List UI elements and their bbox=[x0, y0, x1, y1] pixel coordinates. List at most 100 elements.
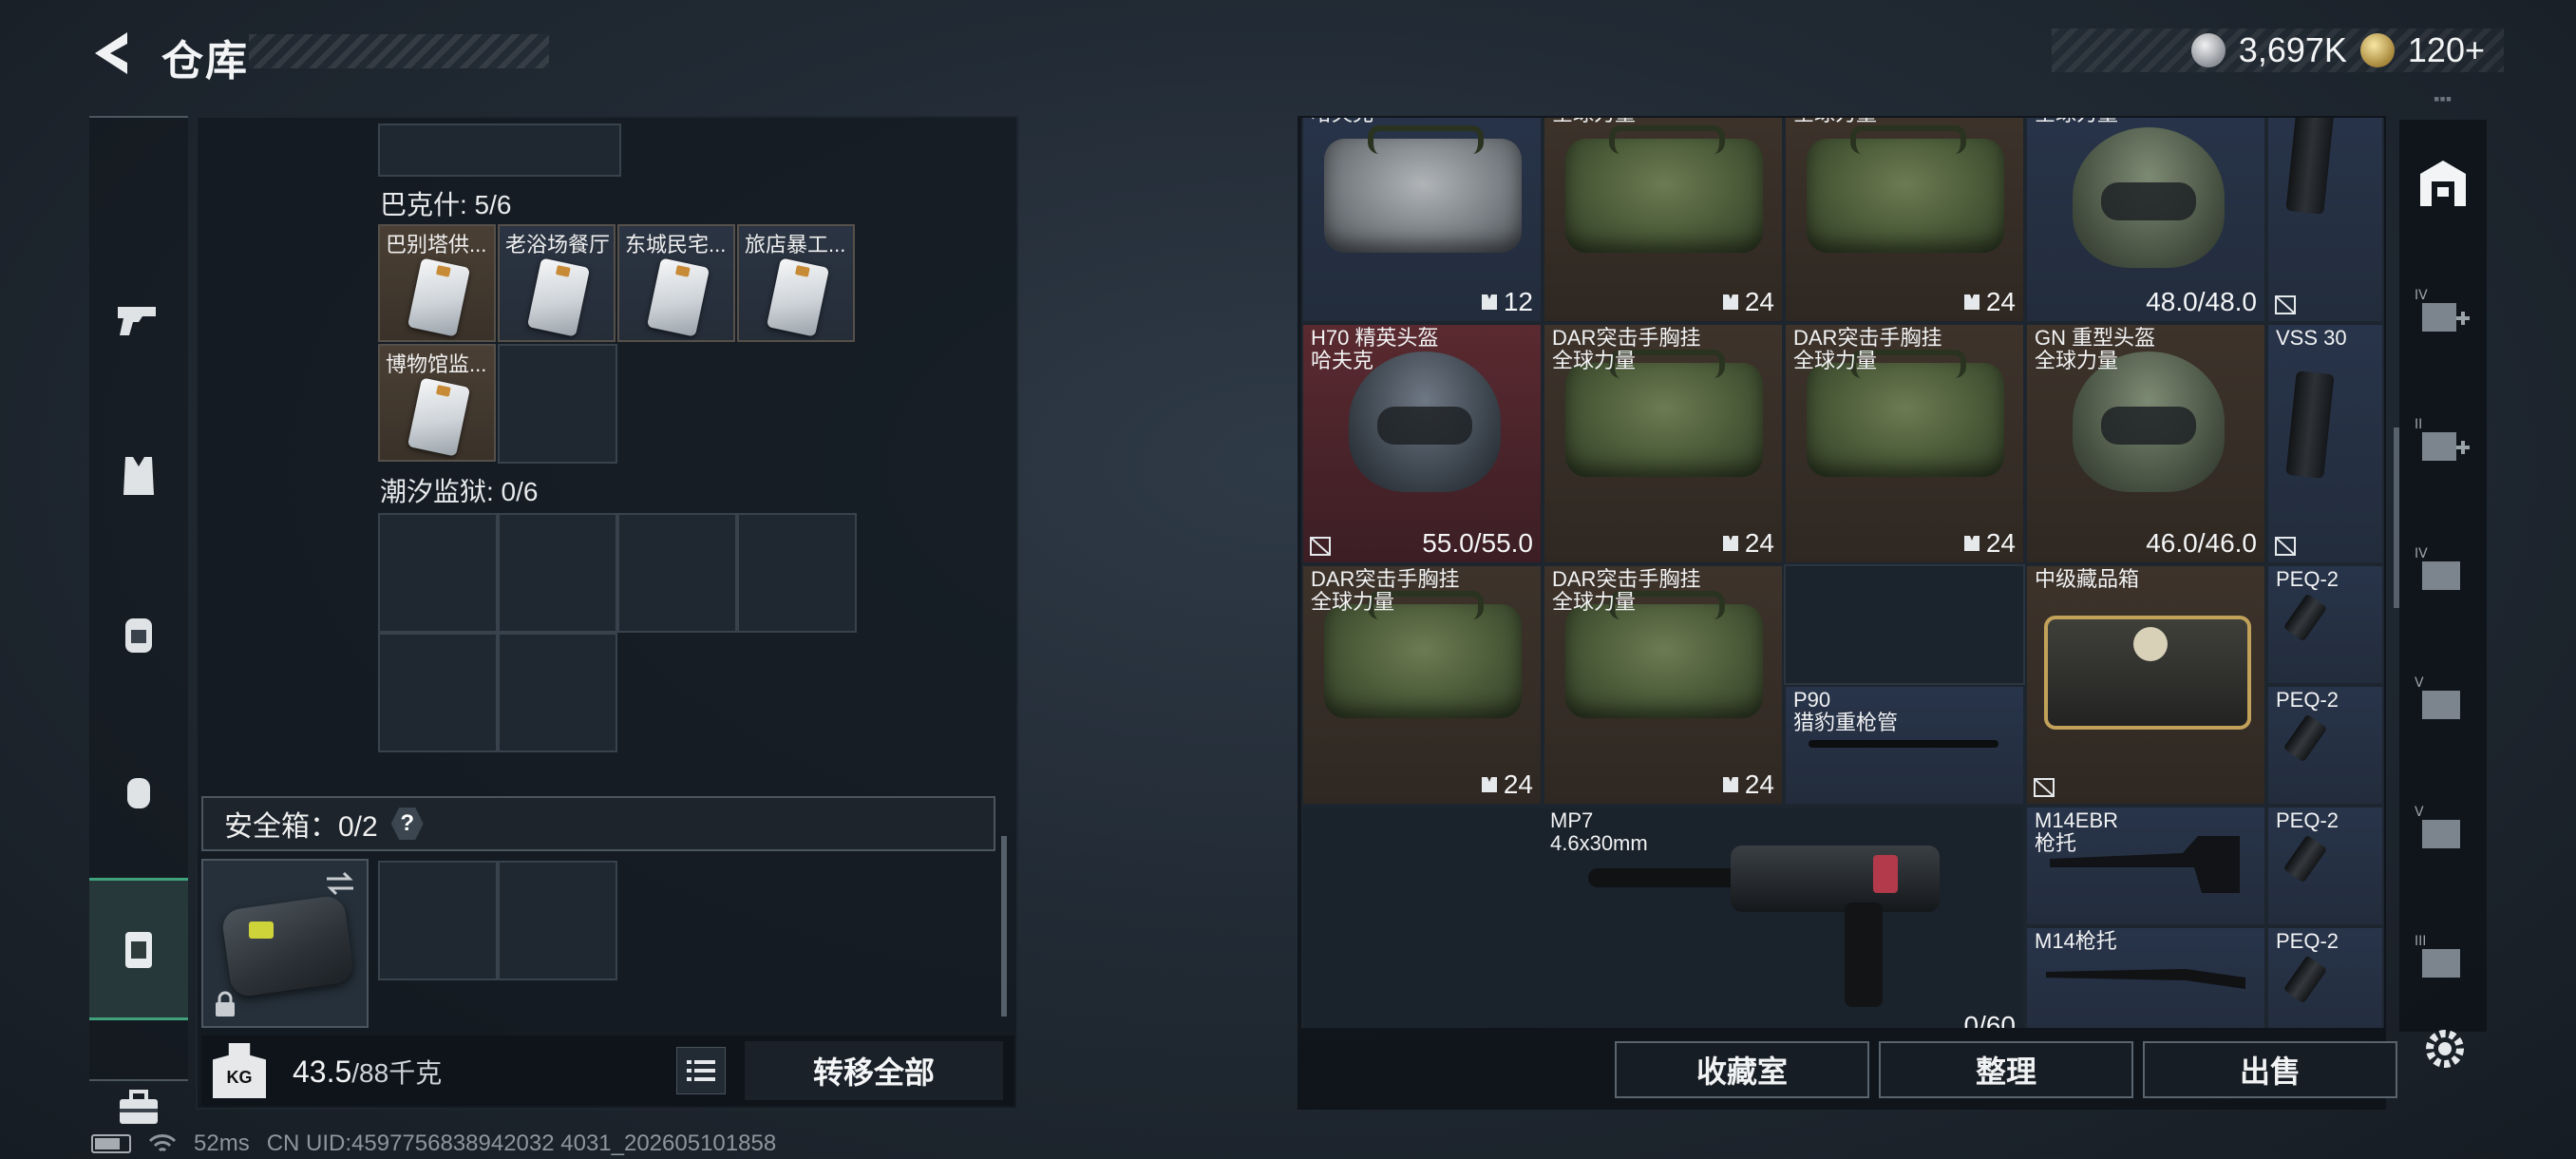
helmet-icon bbox=[1349, 352, 1501, 492]
durability-icon bbox=[1481, 777, 1497, 792]
currency-bar: 3,697K 120+ bbox=[2052, 28, 2504, 72]
inventory-item-count-value: 24 bbox=[1985, 287, 2016, 316]
transfer-all-button[interactable]: 转移全部 bbox=[745, 1041, 1003, 1100]
smg-icon bbox=[1588, 826, 1968, 1016]
category-vests[interactable] bbox=[89, 405, 188, 547]
case-item-label: 巴别塔供... bbox=[386, 233, 487, 256]
stash-iv-folder-icon: IV bbox=[2415, 546, 2460, 590]
grid-cell bbox=[378, 513, 498, 633]
inventory-item-name: 中级藏品箱 bbox=[2035, 567, 2140, 591]
rail-level-iii[interactable]: III bbox=[2399, 895, 2487, 1022]
svg-text:II: II bbox=[2415, 417, 2422, 432]
back-button[interactable] bbox=[84, 23, 141, 84]
category-backpacks[interactable] bbox=[89, 562, 188, 705]
inventory-item[interactable]: DAR突击手胸挂 全球力量 24 bbox=[1301, 564, 1543, 806]
category-weapons[interactable] bbox=[89, 247, 188, 390]
inventory-item-name: 哈夫克 bbox=[1311, 118, 1373, 125]
ping-readout: 52ms bbox=[194, 1130, 250, 1156]
category-cases[interactable] bbox=[89, 878, 188, 1020]
inventory-item[interactable]: M14枪托 bbox=[2025, 926, 2266, 1028]
inventory-item-name: H70 精英头盔 哈夫克 bbox=[1311, 326, 1439, 372]
category-pouch[interactable] bbox=[89, 720, 188, 863]
laser-module-icon bbox=[2282, 593, 2328, 642]
inventory-item[interactable]: 哈夫克 12 bbox=[1301, 118, 1543, 323]
help-button[interactable]: ? bbox=[390, 808, 424, 840]
keycard-icon bbox=[407, 257, 471, 337]
inventory-item[interactable]: DAR突击手胸挂 全球力量 24 bbox=[1784, 323, 2025, 564]
gold-coin-icon bbox=[2359, 33, 2395, 67]
grid-cell bbox=[498, 633, 617, 752]
inventory-item[interactable]: P90 猎豹重枪管 bbox=[1784, 685, 2025, 806]
case-item[interactable]: 东城民宅... bbox=[617, 224, 735, 342]
inventory-item-count-value: 24 bbox=[1744, 770, 1774, 799]
barrel-icon bbox=[1809, 740, 1998, 748]
gold-currency-amount[interactable]: 120+ bbox=[2408, 30, 2485, 70]
case-item[interactable]: 博物馆监... bbox=[378, 344, 496, 462]
case-item[interactable]: 老浴场餐厅 bbox=[498, 224, 616, 342]
inventory-item[interactable]: DAR突击手胸挂 全球力量 24 bbox=[1543, 564, 1784, 806]
rail-level-ii-plus[interactable]: II bbox=[2399, 378, 2487, 505]
rail-all-items[interactable] bbox=[2399, 120, 2487, 247]
gear-icon[interactable] bbox=[2418, 1022, 2472, 1075]
section-label-tide-prison: 潮汐监狱: 0/6 bbox=[380, 477, 539, 506]
vest-icon bbox=[123, 457, 154, 495]
list-view-button[interactable] bbox=[676, 1047, 726, 1094]
pistol-icon bbox=[118, 307, 156, 335]
inventory-item[interactable]: VSS 30 bbox=[2266, 323, 2384, 564]
inventory-item-name: GN 重型头盔 全球力量 bbox=[2035, 326, 2156, 372]
svg-text:III: III bbox=[2415, 934, 2426, 949]
sell-button[interactable]: 出售 bbox=[2143, 1041, 2397, 1098]
inventory-item-name: 全球力量 bbox=[1793, 118, 1877, 125]
inventory-item[interactable]: PEQ-2 bbox=[2266, 564, 2384, 685]
safe-box-slot[interactable] bbox=[201, 859, 369, 1028]
inventory-item[interactable]: GN 重型头盔 全球力量 46.0/46.0 bbox=[2025, 323, 2266, 564]
inventory-item[interactable]: 全球力量 24 bbox=[1543, 118, 1784, 323]
inventory-item[interactable]: MP7 4.6x30mm 0/60 bbox=[1301, 806, 2025, 1028]
inventory-item[interactable]: 全球力量 24 bbox=[1784, 118, 2025, 323]
inventory-item[interactable]: H70 精英头盔 哈夫克 55.0/55.0 bbox=[1301, 323, 1543, 564]
grid-cell bbox=[498, 861, 617, 980]
helmet-icon bbox=[2073, 127, 2225, 268]
rail-level-v[interactable]: V bbox=[2399, 636, 2487, 764]
case-item-label: 博物馆监... bbox=[386, 352, 487, 376]
inventory-filter-rail: IV II IV V V III bbox=[2399, 120, 2487, 1032]
inventory-item-count: 24 bbox=[1720, 770, 1774, 800]
swap-icon[interactable] bbox=[323, 870, 357, 897]
inventory-item[interactable]: PEQ-2 bbox=[2266, 806, 2384, 926]
no-trade-icon bbox=[1310, 537, 1331, 556]
case-item[interactable]: 旅店暴工... bbox=[737, 224, 855, 342]
inventory-item[interactable] bbox=[2266, 118, 2384, 323]
inventory-item[interactable]: 中级藏品箱 bbox=[2025, 564, 2266, 806]
inventory-item-count: 24 bbox=[1961, 287, 2016, 317]
category-sidebar bbox=[89, 116, 188, 1124]
inventory-item-name: PEQ-2 bbox=[2276, 929, 2339, 953]
inventory-item[interactable]: 全球力量 48.0/48.0 bbox=[2025, 118, 2266, 323]
rail-level-v-alt[interactable]: V bbox=[2399, 766, 2487, 893]
left-scrollbar[interactable] bbox=[1001, 836, 1007, 1016]
durability-icon bbox=[1722, 536, 1738, 551]
case-icon bbox=[125, 932, 152, 968]
grid-cell bbox=[617, 513, 737, 633]
no-trade-icon bbox=[2275, 295, 2296, 314]
inventory-scrollbar[interactable] bbox=[2394, 428, 2399, 608]
inventory-item-count-value: 24 bbox=[1985, 528, 2016, 558]
case-item[interactable]: 巴别塔供... bbox=[378, 224, 496, 342]
laser-module-icon bbox=[2282, 955, 2328, 1004]
inventory-item[interactable]: DAR突击手胸挂 全球力量 24 bbox=[1543, 323, 1784, 564]
inventory-item-count: 24 bbox=[1479, 770, 1533, 800]
rail-level-iv-plus[interactable]: IV bbox=[2399, 249, 2487, 376]
case-item-label: 东城民宅... bbox=[625, 233, 727, 256]
inventory-item[interactable]: PEQ-2 bbox=[2266, 685, 2384, 806]
rail-level-iv-folder[interactable]: IV bbox=[2399, 507, 2487, 635]
inventory-item[interactable]: M14EBR 枪托 bbox=[2025, 806, 2266, 926]
uid-text: CN UID:4597756838942032 4031_20260510185… bbox=[266, 1130, 777, 1156]
no-trade-icon bbox=[2034, 778, 2055, 797]
backpack-icon bbox=[1324, 125, 1522, 253]
inventory-item-name: M14枪托 bbox=[2035, 929, 2117, 953]
collection-room-button[interactable]: 收藏室 bbox=[1615, 1041, 1869, 1098]
inventory-item[interactable]: PEQ-2 bbox=[2266, 926, 2384, 1028]
smg-barrel-part bbox=[1588, 868, 1740, 887]
keycard-icon bbox=[526, 257, 591, 337]
empty-slot[interactable] bbox=[1784, 564, 2025, 685]
sort-button[interactable]: 整理 bbox=[1879, 1041, 2133, 1098]
